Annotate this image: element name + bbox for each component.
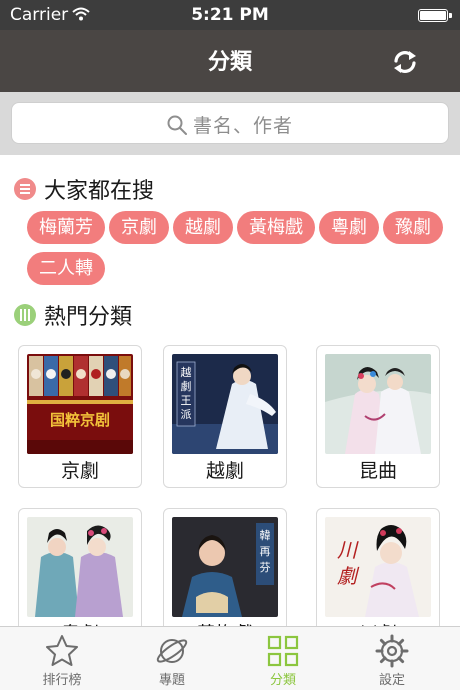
refresh-icon[interactable]: [390, 47, 420, 77]
svg-text:韓: 韓: [260, 529, 271, 542]
tab-label: 分類: [269, 673, 296, 688]
list-icon: [14, 178, 36, 200]
columns-icon: [14, 304, 36, 326]
tab-categories[interactable]: 分類: [237, 627, 329, 691]
svg-text:派: 派: [181, 408, 192, 421]
hot-search-title: 大家都在搜: [44, 179, 155, 204]
search-input[interactable]: 書名、作者: [11, 102, 449, 144]
search-area: 書名、作者: [0, 92, 460, 155]
search-tag[interactable]: 越劇: [173, 211, 233, 244]
search-tag[interactable]: 粵劇: [319, 211, 379, 244]
categories-header: 熱門分類: [14, 299, 132, 331]
tab-ranking[interactable]: 排行榜: [16, 627, 108, 691]
category-label: 越劇: [205, 460, 244, 482]
planet-icon: [156, 639, 188, 663]
category-poster: [325, 354, 431, 454]
category-label: 京劇: [60, 460, 99, 482]
svg-text:劇: 劇: [337, 564, 360, 588]
svg-text:再: 再: [260, 545, 271, 558]
category-poster: 越 劇 王 派: [172, 354, 278, 454]
svg-text:川: 川: [337, 538, 359, 562]
nav-bar: 分類: [0, 30, 460, 92]
tab-bar: 排行榜 專題 分類 設定: [0, 626, 460, 690]
category-label: 昆曲: [358, 460, 397, 482]
status-bar: Carrier 5:21 PM: [0, 0, 460, 30]
tab-label: 排行榜: [42, 673, 82, 688]
svg-text:劇: 劇: [181, 379, 192, 393]
hot-search-tags: 梅蘭芳 京劇 越劇 黃梅戲 粵劇 豫劇二人轉: [27, 211, 447, 293]
category-card-yueju[interactable]: 越 劇 王 派 越劇: [163, 345, 287, 488]
search-tag[interactable]: 黃梅戲: [237, 211, 315, 244]
svg-text:越: 越: [181, 365, 192, 379]
tab-label: 設定: [378, 673, 405, 688]
category-card-jingju[interactable]: 国粹京剧 京劇: [18, 345, 142, 488]
svg-text:王: 王: [181, 394, 192, 407]
hot-search-header: 大家都在搜: [14, 173, 154, 205]
category-poster: 川 劇: [325, 517, 431, 617]
categories-title: 熱門分類: [44, 305, 133, 330]
poster-text: 国粹京剧: [50, 411, 110, 429]
search-icon: [167, 115, 187, 135]
svg-text:芬: 芬: [260, 561, 271, 574]
tab-topics[interactable]: 專題: [126, 627, 218, 691]
tab-label: 專題: [158, 673, 185, 688]
star-icon: [46, 635, 78, 666]
search-tag[interactable]: 豫劇: [383, 211, 443, 244]
gear-icon: [375, 634, 409, 668]
grid-icon: [267, 635, 299, 667]
search-placeholder: 書名、作者: [192, 115, 293, 137]
search-tag[interactable]: 京劇: [109, 211, 169, 244]
category-card-kunqu[interactable]: 昆曲: [316, 345, 440, 488]
category-poster: 韓 再 芬: [172, 517, 278, 617]
category-poster: 国粹京剧: [27, 354, 133, 454]
category-poster: [27, 517, 133, 617]
search-tag[interactable]: 二人轉: [27, 252, 105, 285]
search-tag[interactable]: 梅蘭芳: [27, 211, 105, 244]
status-time: 5:21 PM: [191, 5, 269, 25]
tab-settings[interactable]: 設定: [346, 627, 438, 691]
battery-icon: [418, 9, 452, 22]
